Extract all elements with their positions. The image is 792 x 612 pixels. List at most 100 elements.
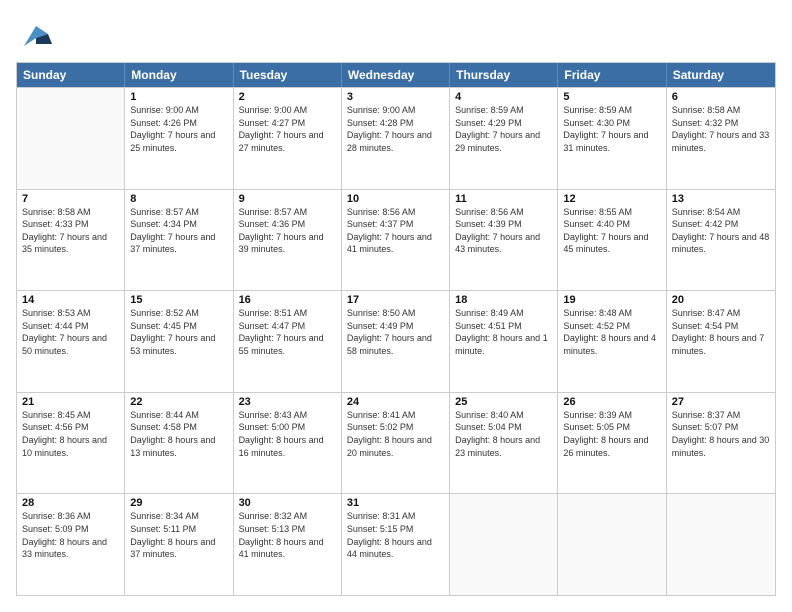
day-number: 14 (22, 294, 119, 306)
cal-cell: 25Sunrise: 8:40 AM Sunset: 5:04 PM Dayli… (450, 393, 558, 494)
day-info: Sunrise: 8:39 AM Sunset: 5:05 PM Dayligh… (563, 409, 660, 459)
day-info: Sunrise: 8:45 AM Sunset: 4:56 PM Dayligh… (22, 409, 119, 459)
cal-cell: 13Sunrise: 8:54 AM Sunset: 4:42 PM Dayli… (667, 190, 775, 291)
day-info: Sunrise: 8:43 AM Sunset: 5:00 PM Dayligh… (239, 409, 336, 459)
day-number: 6 (672, 91, 770, 103)
cal-cell: 22Sunrise: 8:44 AM Sunset: 4:58 PM Dayli… (125, 393, 233, 494)
day-info: Sunrise: 8:56 AM Sunset: 4:37 PM Dayligh… (347, 206, 444, 256)
cal-cell: 20Sunrise: 8:47 AM Sunset: 4:54 PM Dayli… (667, 291, 775, 392)
day-info: Sunrise: 8:47 AM Sunset: 4:54 PM Dayligh… (672, 307, 770, 357)
day-info: Sunrise: 8:58 AM Sunset: 4:33 PM Dayligh… (22, 206, 119, 256)
cal-cell (17, 88, 125, 189)
cal-cell: 21Sunrise: 8:45 AM Sunset: 4:56 PM Dayli… (17, 393, 125, 494)
day-info: Sunrise: 8:50 AM Sunset: 4:49 PM Dayligh… (347, 307, 444, 357)
day-info: Sunrise: 8:52 AM Sunset: 4:45 PM Dayligh… (130, 307, 227, 357)
day-of-week-tuesday: Tuesday (234, 63, 342, 87)
day-number: 1 (130, 91, 227, 103)
cal-cell: 11Sunrise: 8:56 AM Sunset: 4:39 PM Dayli… (450, 190, 558, 291)
day-info: Sunrise: 8:53 AM Sunset: 4:44 PM Dayligh… (22, 307, 119, 357)
cal-cell: 18Sunrise: 8:49 AM Sunset: 4:51 PM Dayli… (450, 291, 558, 392)
day-info: Sunrise: 8:56 AM Sunset: 4:39 PM Dayligh… (455, 206, 552, 256)
cal-cell: 15Sunrise: 8:52 AM Sunset: 4:45 PM Dayli… (125, 291, 233, 392)
day-info: Sunrise: 9:00 AM Sunset: 4:26 PM Dayligh… (130, 104, 227, 154)
header (16, 16, 776, 52)
day-info: Sunrise: 8:51 AM Sunset: 4:47 PM Dayligh… (239, 307, 336, 357)
cal-cell: 8Sunrise: 8:57 AM Sunset: 4:34 PM Daylig… (125, 190, 233, 291)
cal-cell: 10Sunrise: 8:56 AM Sunset: 4:37 PM Dayli… (342, 190, 450, 291)
day-number: 11 (455, 193, 552, 205)
week-row-1: 1Sunrise: 9:00 AM Sunset: 4:26 PM Daylig… (17, 87, 775, 189)
cal-cell: 14Sunrise: 8:53 AM Sunset: 4:44 PM Dayli… (17, 291, 125, 392)
cal-cell: 16Sunrise: 8:51 AM Sunset: 4:47 PM Dayli… (234, 291, 342, 392)
day-info: Sunrise: 9:00 AM Sunset: 4:28 PM Dayligh… (347, 104, 444, 154)
day-number: 22 (130, 396, 227, 408)
cal-cell (558, 494, 666, 595)
day-number: 30 (239, 497, 336, 509)
logo-icon (16, 16, 52, 52)
day-number: 17 (347, 294, 444, 306)
day-info: Sunrise: 8:58 AM Sunset: 4:32 PM Dayligh… (672, 104, 770, 154)
cal-cell: 1Sunrise: 9:00 AM Sunset: 4:26 PM Daylig… (125, 88, 233, 189)
day-number: 28 (22, 497, 119, 509)
week-row-5: 28Sunrise: 8:36 AM Sunset: 5:09 PM Dayli… (17, 493, 775, 595)
calendar: SundayMondayTuesdayWednesdayThursdayFrid… (16, 62, 776, 596)
day-number: 4 (455, 91, 552, 103)
day-info: Sunrise: 8:36 AM Sunset: 5:09 PM Dayligh… (22, 510, 119, 560)
day-number: 3 (347, 91, 444, 103)
day-number: 10 (347, 193, 444, 205)
day-of-week-sunday: Sunday (17, 63, 125, 87)
day-number: 15 (130, 294, 227, 306)
cal-cell: 17Sunrise: 8:50 AM Sunset: 4:49 PM Dayli… (342, 291, 450, 392)
cal-cell: 24Sunrise: 8:41 AM Sunset: 5:02 PM Dayli… (342, 393, 450, 494)
day-of-week-wednesday: Wednesday (342, 63, 450, 87)
day-info: Sunrise: 8:59 AM Sunset: 4:29 PM Dayligh… (455, 104, 552, 154)
day-info: Sunrise: 8:54 AM Sunset: 4:42 PM Dayligh… (672, 206, 770, 256)
day-info: Sunrise: 8:48 AM Sunset: 4:52 PM Dayligh… (563, 307, 660, 357)
day-number: 23 (239, 396, 336, 408)
day-info: Sunrise: 8:41 AM Sunset: 5:02 PM Dayligh… (347, 409, 444, 459)
day-info: Sunrise: 8:57 AM Sunset: 4:36 PM Dayligh… (239, 206, 336, 256)
day-number: 7 (22, 193, 119, 205)
day-number: 2 (239, 91, 336, 103)
cal-cell: 7Sunrise: 8:58 AM Sunset: 4:33 PM Daylig… (17, 190, 125, 291)
week-row-2: 7Sunrise: 8:58 AM Sunset: 4:33 PM Daylig… (17, 189, 775, 291)
cal-cell: 30Sunrise: 8:32 AM Sunset: 5:13 PM Dayli… (234, 494, 342, 595)
day-number: 19 (563, 294, 660, 306)
day-of-week-friday: Friday (558, 63, 666, 87)
week-row-3: 14Sunrise: 8:53 AM Sunset: 4:44 PM Dayli… (17, 290, 775, 392)
day-info: Sunrise: 8:34 AM Sunset: 5:11 PM Dayligh… (130, 510, 227, 560)
cal-cell: 23Sunrise: 8:43 AM Sunset: 5:00 PM Dayli… (234, 393, 342, 494)
cal-cell: 3Sunrise: 9:00 AM Sunset: 4:28 PM Daylig… (342, 88, 450, 189)
day-number: 8 (130, 193, 227, 205)
day-number: 18 (455, 294, 552, 306)
day-number: 25 (455, 396, 552, 408)
day-info: Sunrise: 8:32 AM Sunset: 5:13 PM Dayligh… (239, 510, 336, 560)
day-number: 31 (347, 497, 444, 509)
day-info: Sunrise: 8:40 AM Sunset: 5:04 PM Dayligh… (455, 409, 552, 459)
calendar-header: SundayMondayTuesdayWednesdayThursdayFrid… (17, 63, 775, 87)
cal-cell: 29Sunrise: 8:34 AM Sunset: 5:11 PM Dayli… (125, 494, 233, 595)
day-number: 9 (239, 193, 336, 205)
day-number: 29 (130, 497, 227, 509)
cal-cell: 27Sunrise: 8:37 AM Sunset: 5:07 PM Dayli… (667, 393, 775, 494)
cal-cell: 5Sunrise: 8:59 AM Sunset: 4:30 PM Daylig… (558, 88, 666, 189)
day-info: Sunrise: 8:59 AM Sunset: 4:30 PM Dayligh… (563, 104, 660, 154)
cal-cell: 12Sunrise: 8:55 AM Sunset: 4:40 PM Dayli… (558, 190, 666, 291)
cal-cell: 4Sunrise: 8:59 AM Sunset: 4:29 PM Daylig… (450, 88, 558, 189)
day-number: 26 (563, 396, 660, 408)
day-info: Sunrise: 8:31 AM Sunset: 5:15 PM Dayligh… (347, 510, 444, 560)
cal-cell (667, 494, 775, 595)
cal-cell: 6Sunrise: 8:58 AM Sunset: 4:32 PM Daylig… (667, 88, 775, 189)
day-of-week-saturday: Saturday (667, 63, 775, 87)
calendar-body: 1Sunrise: 9:00 AM Sunset: 4:26 PM Daylig… (17, 87, 775, 595)
cal-cell (450, 494, 558, 595)
day-number: 16 (239, 294, 336, 306)
cal-cell: 19Sunrise: 8:48 AM Sunset: 4:52 PM Dayli… (558, 291, 666, 392)
day-number: 24 (347, 396, 444, 408)
page: SundayMondayTuesdayWednesdayThursdayFrid… (0, 0, 792, 612)
day-info: Sunrise: 8:44 AM Sunset: 4:58 PM Dayligh… (130, 409, 227, 459)
day-number: 21 (22, 396, 119, 408)
day-info: Sunrise: 8:37 AM Sunset: 5:07 PM Dayligh… (672, 409, 770, 459)
day-info: Sunrise: 8:57 AM Sunset: 4:34 PM Dayligh… (130, 206, 227, 256)
day-info: Sunrise: 9:00 AM Sunset: 4:27 PM Dayligh… (239, 104, 336, 154)
